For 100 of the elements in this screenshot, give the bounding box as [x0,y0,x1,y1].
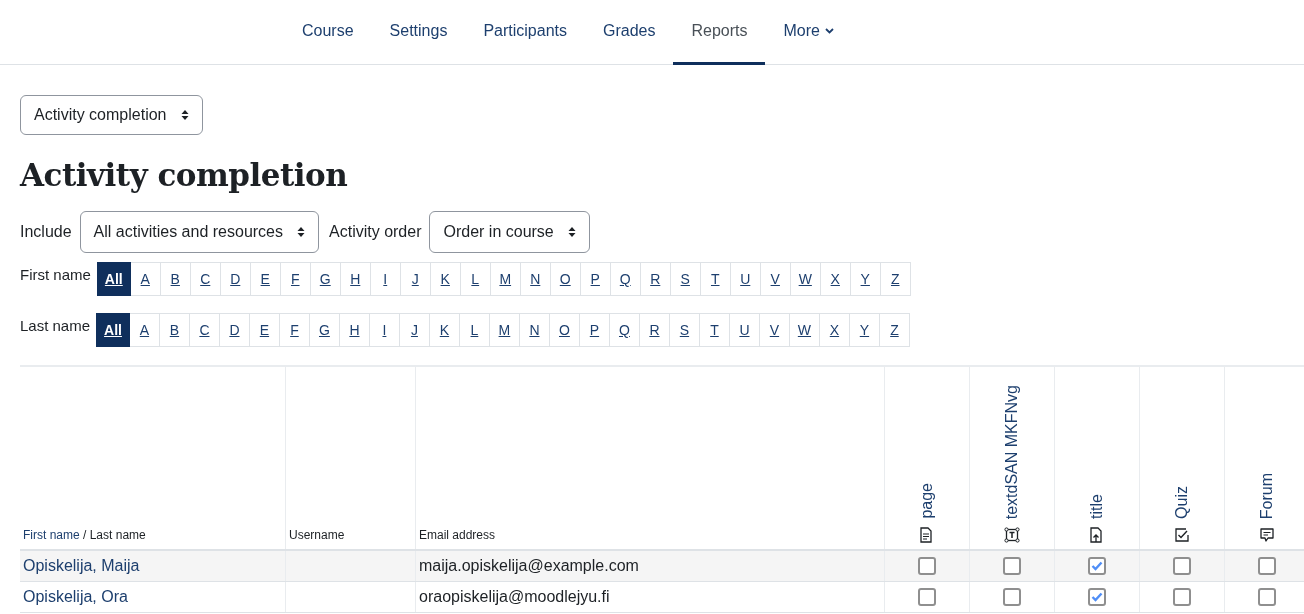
email-text: oraopiskelija@moodlejyu.fi [419,588,610,605]
initial-link[interactable]: M [489,313,520,347]
completion-checkbox[interactable] [1258,557,1276,576]
initial-link[interactable]: U [730,262,761,296]
nav-tab[interactable]: Reports [673,0,766,65]
initial-link[interactable]: V [760,262,791,296]
completion-checkbox[interactable] [1088,588,1106,607]
page-heading: Activity completion [20,157,349,193]
initial-link[interactable]: D [219,313,250,347]
initial-link[interactable]: E [250,262,281,296]
initial-link[interactable]: X [820,262,851,296]
initial-link[interactable]: All [96,262,131,296]
initial-link[interactable]: Y [849,313,880,347]
completion-checkbox[interactable] [918,588,936,607]
check-icon [1091,592,1103,603]
initial-link[interactable]: L [460,262,491,296]
nav-tab[interactable]: More [765,0,852,65]
initial-link[interactable]: X [819,313,850,347]
initial-link[interactable]: A [130,262,161,296]
nav-tab[interactable]: Participants [465,0,585,65]
initial-link[interactable]: W [790,262,821,296]
initial-link[interactable]: I [370,262,401,296]
completion-checkbox[interactable] [918,557,936,576]
initial-link[interactable]: L [459,313,490,347]
initials-label: First name [20,266,91,283]
initial-link[interactable]: H [340,262,371,296]
initial-link[interactable]: All [96,313,130,347]
nav-tab[interactable]: Settings [371,0,466,65]
sort-arrows-icon [297,226,305,238]
initial-link[interactable]: V [759,313,790,347]
initial-link[interactable]: W [789,313,820,347]
column-header: Email address [419,528,496,542]
initial-link[interactable]: O [549,313,580,347]
initial-link[interactable]: B [159,313,190,347]
initial-link[interactable]: S [669,313,700,347]
activity-text-icon [1004,527,1020,543]
initial-link[interactable]: T [699,313,730,347]
initial-link[interactable]: E [249,313,280,347]
initial-link[interactable]: R [639,313,670,347]
initial-link[interactable]: P [579,313,610,347]
initial-link[interactable]: Z [880,262,911,296]
initial-link[interactable]: C [190,262,221,296]
initial-link[interactable]: Y [850,262,881,296]
initial-link[interactable]: H [339,313,370,347]
nav-tab[interactable]: Grades [585,0,674,65]
activity-file-icon [1089,527,1105,543]
initial-link[interactable]: Z [879,313,910,347]
completion-checkbox[interactable] [1088,557,1106,576]
sort-link[interactable]: First name [23,528,80,542]
column-header: Username [289,528,345,542]
completion-checkbox[interactable] [1003,588,1021,607]
initial-link[interactable]: T [700,262,731,296]
initial-link[interactable]: A [129,313,160,347]
activity-link[interactable]: Quiz [1173,486,1191,519]
initial-link[interactable]: Q [609,313,640,347]
column-header: / Last name [82,528,146,542]
email-text: maija.opiskelija@example.com [419,557,639,574]
activity-forum-icon [1259,527,1275,543]
completion-checkbox[interactable] [1003,557,1021,576]
activity-link[interactable]: page [918,483,936,519]
activity-link[interactable]: Forum [1258,472,1276,519]
initial-link[interactable]: F [279,313,310,347]
initial-link[interactable]: M [490,262,521,296]
initial-link[interactable]: S [670,262,701,296]
initial-link[interactable]: I [369,313,400,347]
initial-link[interactable]: K [429,313,460,347]
initial-link[interactable]: N [520,262,551,296]
activity-link[interactable]: title [1088,494,1106,519]
initial-link[interactable]: C [189,313,220,347]
initial-link[interactable]: N [519,313,550,347]
initial-link[interactable]: R [640,262,671,296]
sort-arrows-icon [180,109,189,121]
filter-select[interactable]: Order in course [429,211,590,253]
user-link[interactable]: Opiskelija, Ora [23,588,128,605]
initial-link[interactable]: D [220,262,251,296]
check-icon [1091,561,1103,572]
completion-checkbox[interactable] [1258,588,1276,607]
initial-link[interactable]: U [729,313,760,347]
report-select[interactable]: Activity completion [20,95,203,135]
initial-link[interactable]: K [430,262,461,296]
activity-page-icon [919,527,935,543]
initial-link[interactable]: B [160,262,191,296]
initial-link[interactable]: G [309,313,340,347]
activity-link[interactable]: textdSAN MKFNvg [1003,384,1021,519]
completion-checkbox[interactable] [1173,557,1191,576]
initial-link[interactable]: J [399,313,430,347]
initial-link[interactable]: F [280,262,311,296]
initial-link[interactable]: P [580,262,611,296]
completion-checkbox[interactable] [1173,588,1191,607]
sort-arrows-icon [567,226,576,238]
initial-link[interactable]: G [310,262,341,296]
user-link[interactable]: Opiskelija, Maija [23,557,140,574]
initial-link[interactable]: Q [610,262,641,296]
nav-tab[interactable]: Course [284,0,372,65]
initial-link[interactable]: J [400,262,431,296]
initials-label: Last name [20,317,91,334]
filter-label: Include [20,223,72,241]
filter-select[interactable]: All activities and resources [79,211,319,253]
initial-link[interactable]: O [550,262,581,296]
filter-label: Activity order [329,223,422,241]
